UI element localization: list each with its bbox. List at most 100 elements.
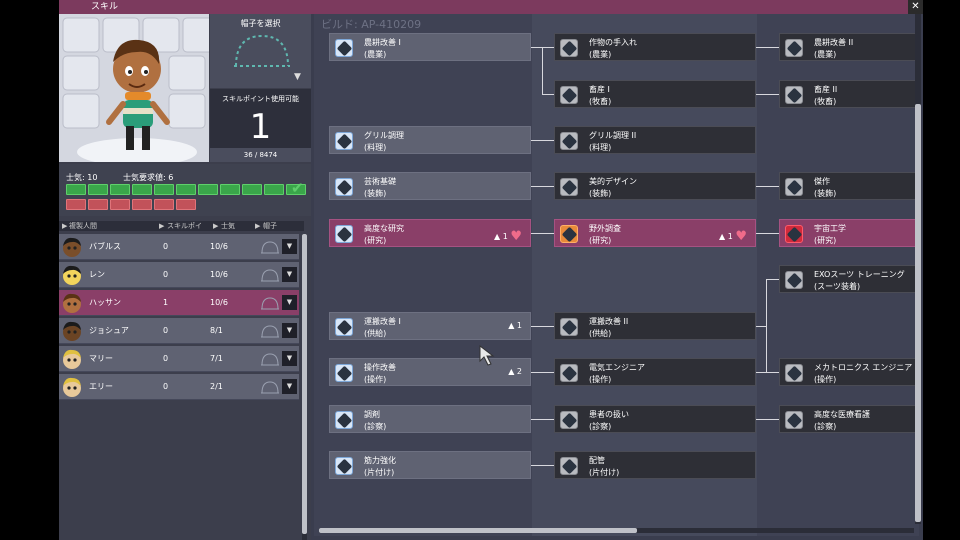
connector-line <box>531 372 554 373</box>
skill-node[interactable]: 運搬改善 I (供給) ▲ 1 <box>329 312 531 340</box>
tree-horizontal-scrollbar[interactable] <box>319 528 914 533</box>
hat-dropdown-button[interactable]: ▼ <box>282 295 297 310</box>
skill-holders: ▲ 1 <box>508 321 522 330</box>
duplicant-count-icon: ▲ <box>508 367 515 376</box>
connector-line <box>531 465 554 466</box>
duplicant-row[interactable]: マリー 0 7/1 ▼ <box>59 346 299 372</box>
skill-category: (料理) <box>364 143 387 152</box>
sort-arrow-icon[interactable]: ▶ <box>159 221 164 231</box>
skill-holders: ▲ 1 ♥ <box>494 228 522 244</box>
duplicant-avatar <box>63 349 81 369</box>
hat-dropdown-button[interactable]: ▼ <box>282 351 297 366</box>
hat-select-label: 帽子を選択 <box>240 19 281 28</box>
header-name[interactable]: 複製人間 <box>69 221 97 231</box>
morale-pip-required <box>110 199 130 210</box>
hat-dropdown-icon[interactable]: ▼ <box>294 72 301 82</box>
skill-name: 宇宙工学 <box>814 224 846 233</box>
skill-icon <box>560 318 578 336</box>
sort-arrow-icon[interactable]: ▶ <box>255 221 260 231</box>
header-hat[interactable]: 帽子 <box>263 221 277 231</box>
duplicant-skill-points: 0 <box>163 382 169 391</box>
skill-category: (農業) <box>589 50 612 59</box>
skill-node[interactable]: 筋力強化 (片付け) <box>329 451 531 479</box>
skill-icon <box>560 132 578 150</box>
tree-vertical-scrollbar[interactable] <box>915 14 921 524</box>
connector-line <box>766 279 767 372</box>
skill-name: 運搬改善 II <box>589 317 629 326</box>
hat-dropdown-button[interactable]: ▼ <box>282 323 297 338</box>
skill-node[interactable]: 農耕改善 II (農業) <box>779 33 919 61</box>
duplicant-row[interactable]: バブルス 0 10/6 ▼ <box>59 234 299 260</box>
duplicant-avatar <box>63 293 81 313</box>
skill-node[interactable]: EXOスーツ トレーニング (スーツ装着) <box>779 265 919 293</box>
skill-node[interactable]: 配管 (片付け) <box>554 451 756 479</box>
skill-name: 作物の手入れ <box>589 38 637 47</box>
hat-outline-icon <box>261 325 279 338</box>
skill-category: (研究) <box>364 236 387 245</box>
header-morale[interactable]: 士気 <box>221 221 235 231</box>
duplicant-name: ハッサン <box>89 298 121 307</box>
close-button[interactable]: ✕ <box>908 0 923 14</box>
duplicant-morale: 7/1 <box>210 354 223 363</box>
duplicant-row[interactable]: エリー 0 2/1 ▼ <box>59 374 299 400</box>
skill-node[interactable]: メカトロニクス エンジニア (操作) <box>779 358 919 386</box>
hat-dropdown-button[interactable]: ▼ <box>282 379 297 394</box>
skill-node[interactable]: 芸術基礎 (装飾) <box>329 172 531 200</box>
skill-icon <box>560 178 578 196</box>
duplicant-name: ジョシュア <box>89 326 129 335</box>
sort-arrow-icon[interactable]: ▶ <box>213 221 218 231</box>
hat-dropdown-button[interactable]: ▼ <box>282 267 297 282</box>
skill-node[interactable]: 畜産 II (牧畜) <box>779 80 919 108</box>
skill-node[interactable]: 高度な研究 (研究) ▲ 1 ♥ <box>329 219 531 247</box>
duplicant-row[interactable]: ハッサン 1 10/6 ▼ <box>59 290 299 316</box>
skill-node[interactable]: 操作改善 (操作) ▲ 2 <box>329 358 531 386</box>
duplicant-morale: 8/1 <box>210 326 223 335</box>
header-points[interactable]: スキルポイ <box>167 221 202 231</box>
skill-node[interactable]: 傑作 (装飾) <box>779 172 919 200</box>
duplicant-panel: 帽子を選択 ▼ スキルポイント使用可能 1 36 / 8474 士気: 10 士… <box>59 14 311 540</box>
skill-node[interactable]: 畜産 I (牧畜) <box>554 80 756 108</box>
skill-name: 高度な研究 <box>364 224 404 233</box>
duplicant-portrait <box>59 14 209 162</box>
skill-node[interactable]: グリル調理 II (料理) <box>554 126 756 154</box>
skill-icon <box>335 39 353 57</box>
skill-node[interactable]: グリル調理 (料理) <box>329 126 531 154</box>
hat-dropdown-button[interactable]: ▼ <box>282 239 297 254</box>
skill-node[interactable]: 電気エンジニア (操作) <box>554 358 756 386</box>
sort-arrow-icon[interactable]: ▶ <box>62 221 67 231</box>
morale-pip-required <box>132 199 152 210</box>
skill-node[interactable]: 患者の扱い (診察) <box>554 405 756 433</box>
roster-scrollbar[interactable] <box>302 234 307 540</box>
skill-icon <box>560 86 578 104</box>
skill-name: 患者の扱い <box>589 410 629 419</box>
skill-name: 畜産 I <box>589 85 610 94</box>
hscroll-thumb[interactable] <box>319 528 637 533</box>
skill-category: (操作) <box>589 375 612 384</box>
duplicant-name: バブルス <box>89 242 121 251</box>
duplicant-count-icon: ▲ <box>494 232 501 241</box>
duplicant-row[interactable]: ジョシュア 0 8/1 ▼ <box>59 318 299 344</box>
skill-node[interactable]: 宇宙工学 (研究) <box>779 219 919 247</box>
skill-node[interactable]: 高度な医療看護 (診察) <box>779 405 919 433</box>
skill-holders: ▲ 2 <box>508 367 522 376</box>
morale-section: 士気: 10 士気要求値: 6 <box>59 164 311 216</box>
skill-node[interactable]: 農耕改善 I (農業) <box>329 33 531 61</box>
skill-node[interactable]: 作物の手入れ (農業) <box>554 33 756 61</box>
skill-node[interactable]: 野外調査 (研究) ▲ 1 ♥ <box>554 219 756 247</box>
skill-icon <box>785 86 803 104</box>
morale-current: 士気: 10 <box>66 173 98 182</box>
vscroll-thumb[interactable] <box>915 104 921 522</box>
skill-node[interactable]: 美的デザイン (装飾) <box>554 172 756 200</box>
skill-name: 傑作 <box>814 177 830 186</box>
connector-line <box>531 326 554 327</box>
skill-node[interactable]: 運搬改善 II (供給) <box>554 312 756 340</box>
hat-selector[interactable]: 帽子を選択 ▼ <box>210 14 311 88</box>
morale-pip-filled <box>66 184 86 195</box>
duplicant-row[interactable]: レン 0 10/6 ▼ <box>59 262 299 288</box>
skill-name: グリル調理 <box>364 131 404 140</box>
skill-name: 畜産 II <box>814 85 838 94</box>
skill-node[interactable]: 調剤 (診察) <box>329 405 531 433</box>
window-title: スキル <box>91 2 119 12</box>
skill-icon <box>335 132 353 150</box>
roster-scroll-thumb[interactable] <box>302 234 307 534</box>
